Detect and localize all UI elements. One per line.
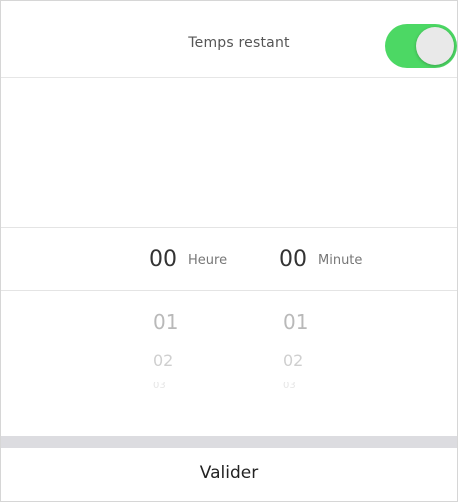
hour-option[interactable]: 02 xyxy=(153,352,173,370)
toggle-knob xyxy=(416,27,454,65)
hour-option[interactable]: 03 xyxy=(153,382,166,388)
footer-separator xyxy=(1,436,457,448)
header: Temps restant xyxy=(1,1,457,78)
timer-dialog: Temps restant 00 Heure 00 Minute 01 02 0… xyxy=(0,0,458,502)
minute-option[interactable]: 03 xyxy=(283,382,296,388)
hour-unit-label: Heure xyxy=(188,253,228,268)
minute-option[interactable]: 02 xyxy=(283,352,303,370)
minute-selected-value: 00 xyxy=(279,247,307,272)
minute-unit-label: Minute xyxy=(318,253,363,268)
remaining-time-toggle[interactable] xyxy=(385,24,457,68)
hour-option[interactable]: 01 xyxy=(153,311,178,333)
hour-selected-value: 00 xyxy=(149,247,177,272)
minute-option[interactable]: 01 xyxy=(283,311,308,333)
validate-button[interactable]: Valider xyxy=(1,448,457,501)
